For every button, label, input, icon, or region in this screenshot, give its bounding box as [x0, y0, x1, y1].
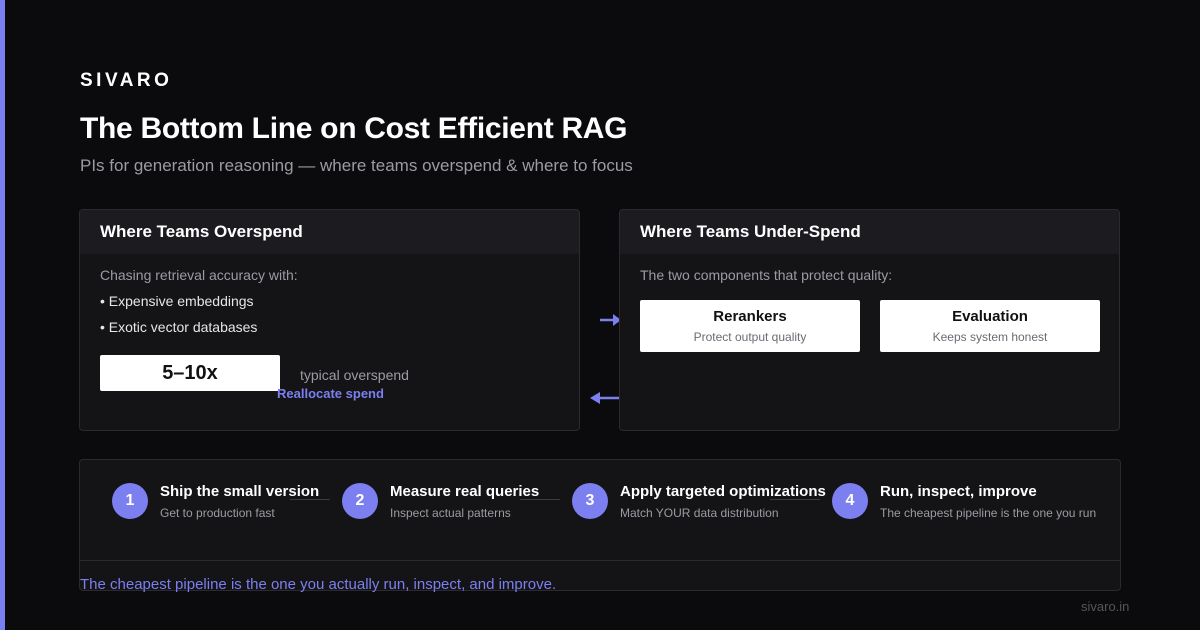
step-1: 1 Ship the small version Get to producti…: [112, 483, 319, 520]
brand-logo: SIVARO: [80, 70, 173, 91]
step-4: 4 Run, inspect, improve The cheapest pip…: [832, 483, 1096, 520]
step-2: 2 Measure real queries Inspect actual pa…: [342, 483, 539, 520]
step-number-badge: 2: [342, 483, 378, 519]
card-subtitle: Keeps system honest: [932, 330, 1048, 344]
bottom-line-statement: The cheapest pipeline is the one you act…: [80, 576, 557, 593]
page-subtitle: PIs for generation reasoning — where tea…: [80, 156, 633, 175]
overspend-metric: 5–10x: [100, 355, 280, 391]
evaluation-card: Evaluation Keeps system honest: [880, 300, 1100, 352]
step-subtitle: Match YOUR data distribution: [620, 506, 779, 520]
card-title: Evaluation: [952, 308, 1028, 325]
card-subtitle: Protect output quality: [693, 330, 807, 344]
underspend-header: Where Teams Under-Spend: [620, 210, 1119, 254]
accent-bar: [0, 0, 5, 630]
page-title: The Bottom Line on Cost Efficient RAG: [80, 112, 628, 145]
step-title: Ship the small version: [160, 483, 320, 500]
overspend-metric-note: typical overspend: [300, 367, 409, 383]
arrow-left-icon: [590, 392, 620, 404]
footer-url[interactable]: sivaro.in: [1081, 599, 1129, 614]
underspend-body: The two components that protect quality:: [620, 254, 1119, 296]
overspend-intro: Chasing retrieval accuracy with:: [100, 267, 298, 283]
rerankers-card: Rerankers Protect output quality: [640, 300, 860, 352]
overspend-bullet: • Exotic vector databases: [100, 319, 258, 335]
overspend-body: Chasing retrieval accuracy with: • Expen…: [80, 254, 579, 391]
step-title: Measure real queries: [390, 483, 540, 500]
underspend-intro: The two components that protect quality:: [640, 267, 893, 283]
step-number-badge: 3: [572, 483, 608, 519]
step-subtitle: The cheapest pipeline is the one you run: [880, 506, 1097, 520]
steps-panel: [79, 459, 1121, 591]
overspend-header: Where Teams Overspend: [80, 210, 579, 254]
card-title: Rerankers: [713, 308, 787, 325]
steps-divider: [80, 560, 1120, 561]
overspend-bullet: • Expensive embeddings: [100, 293, 254, 309]
reallocate-label: Reallocate spend: [277, 386, 384, 401]
step-3: 3 Apply targeted optimizations Match YOU…: [572, 483, 826, 520]
step-number-badge: 4: [832, 483, 868, 519]
step-subtitle: Inspect actual patterns: [390, 506, 511, 520]
step-number-badge: 1: [112, 483, 148, 519]
step-title: Run, inspect, improve: [880, 483, 1037, 500]
step-title: Apply targeted optimizations: [620, 483, 826, 500]
step-subtitle: Get to production fast: [160, 506, 275, 520]
